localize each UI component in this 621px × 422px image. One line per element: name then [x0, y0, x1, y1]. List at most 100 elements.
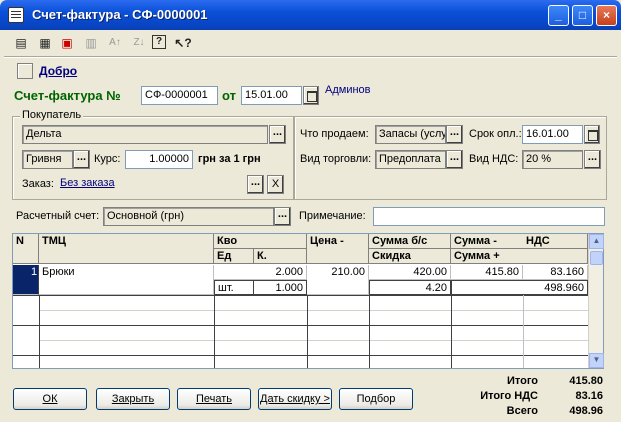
help-icon[interactable]: ?	[152, 35, 166, 49]
print-button[interactable]: Печать	[177, 388, 251, 410]
total-vat-label: Итого НДС	[480, 390, 538, 402]
grand-total-value: 498.96	[569, 405, 603, 417]
discount-button-label: Дать скидку >	[260, 393, 330, 405]
approve-checkbox[interactable]	[17, 63, 33, 79]
column-header-sum-minus[interactable]: Сумма -	[451, 234, 523, 249]
column-header-price[interactable]: Цена -	[307, 234, 369, 264]
sum-no-vat-cell[interactable]: 420.00	[369, 265, 451, 280]
row-divider	[39, 310, 588, 311]
what-selling-label: Что продаем:	[300, 128, 369, 140]
invoice-number-label: Счет-фактура №	[14, 88, 121, 103]
column-header-sum-no-vat[interactable]: Сумма б/с	[369, 234, 451, 249]
close-button-label: Закрыть	[111, 393, 155, 405]
sort-ascending-icon[interactable]: A↑	[106, 35, 124, 51]
column-header-item[interactable]: ТМЦ	[39, 234, 214, 264]
column-divider	[214, 295, 215, 368]
account-select-button[interactable]: ...	[274, 207, 291, 226]
close-window-button[interactable]: ×	[596, 5, 617, 26]
total-label: Итого	[506, 375, 538, 387]
select-button[interactable]: Подбор	[339, 388, 413, 410]
buyer-select-button[interactable]: ...	[269, 125, 286, 144]
row-divider	[13, 325, 588, 326]
order-link[interactable]: Без заказа	[60, 177, 115, 189]
grand-total-label: Всего	[506, 405, 538, 417]
print-button-label: Печать	[195, 393, 233, 405]
row-divider	[39, 340, 588, 341]
edit-row-icon[interactable]: ▦	[36, 35, 54, 51]
sum-minus-cell[interactable]: 415.80	[451, 265, 523, 280]
document-icon	[8, 7, 24, 23]
new-row-icon[interactable]: ▤	[12, 35, 30, 51]
items-table[interactable]: N ТМЦ Кво Цена - Сумма б/с Сумма - НДС Е…	[12, 233, 604, 369]
order-select-button[interactable]: ...	[247, 175, 264, 194]
scrollbar-thumb[interactable]	[590, 251, 603, 265]
invoice-date-field[interactable]: 15.01.00	[241, 86, 302, 105]
k-cell[interactable]: 1.000	[253, 280, 307, 295]
item-cell[interactable]: Брюки	[39, 265, 214, 295]
buyer-field[interactable]: Дельта	[22, 125, 268, 144]
delete-row-icon[interactable]: ▣	[58, 35, 76, 51]
currency-field[interactable]: Гривня	[22, 150, 73, 169]
rate-unit-label: грн за 1 грн	[198, 153, 261, 165]
what-selling-select-button[interactable]: ...	[446, 125, 463, 144]
payment-due-field[interactable]: 16.01.00	[522, 125, 583, 144]
vat-type-field[interactable]: 20 %	[522, 150, 583, 169]
toolbar-divider	[4, 56, 617, 58]
minimize-button[interactable]: _	[548, 5, 569, 26]
table-scrollbar[interactable]: ▲ ▼	[588, 234, 604, 368]
column-header-sum-plus[interactable]: Сумма +	[451, 249, 588, 264]
row-divider	[13, 355, 588, 356]
sum-plus-cell[interactable]: 498.960	[451, 280, 588, 295]
discount-cell[interactable]: 4.20	[369, 280, 451, 295]
context-help-icon[interactable]: ↖?	[174, 35, 192, 51]
order-clear-button[interactable]: X	[267, 175, 284, 194]
column-header-qty[interactable]: Кво	[214, 234, 307, 249]
ok-button-label: ОК	[42, 393, 58, 405]
note-label: Примечание:	[299, 210, 366, 222]
column-header-vat[interactable]: НДС	[523, 234, 588, 249]
total-value: 415.80	[569, 375, 603, 387]
row-number-cell[interactable]: 1	[13, 265, 39, 295]
invoice-number-field[interactable]: СФ-0000001	[141, 86, 218, 105]
ok-button[interactable]: ОК	[13, 388, 87, 410]
approve-link[interactable]: Добро	[39, 64, 77, 78]
column-header-n[interactable]: N	[13, 234, 39, 264]
calendar-icon[interactable]	[584, 125, 600, 144]
rate-field[interactable]: 1.00000	[125, 150, 193, 169]
copy-icon[interactable]: ▥	[82, 35, 100, 51]
close-button[interactable]: Закрыть	[96, 388, 170, 410]
what-selling-field[interactable]: Запасы (услу	[375, 125, 446, 144]
unit-cell[interactable]: шт.	[214, 280, 254, 295]
row-divider	[13, 295, 588, 296]
calendar-icon[interactable]	[303, 86, 319, 105]
vat-type-select-button[interactable]: ...	[584, 150, 601, 169]
sort-descending-icon[interactable]: Z↓	[130, 35, 148, 51]
note-field[interactable]	[373, 207, 605, 226]
scroll-up-icon[interactable]: ▲	[589, 234, 604, 249]
column-divider	[451, 295, 452, 368]
payment-due-label: Срок опл.:	[469, 128, 522, 140]
trade-type-field[interactable]: Предоплата	[375, 150, 446, 169]
author-label: Админов	[325, 84, 371, 96]
column-header-unit[interactable]: Ед	[214, 249, 254, 264]
trade-type-select-button[interactable]: ...	[446, 150, 463, 169]
vat-type-label: Вид НДС:	[469, 153, 519, 165]
qty-cell[interactable]: 2.000	[214, 265, 307, 280]
column-divider	[39, 295, 40, 368]
column-header-k[interactable]: К.	[254, 249, 307, 264]
select-button-label: Подбор	[356, 393, 396, 405]
column-divider	[523, 295, 524, 368]
rate-label: Курс:	[94, 153, 121, 165]
scroll-down-icon[interactable]: ▼	[589, 353, 604, 368]
maximize-button[interactable]: □	[572, 5, 593, 26]
discount-button[interactable]: Дать скидку >	[258, 388, 332, 410]
total-vat-value: 83.16	[575, 390, 603, 402]
currency-select-button[interactable]: ...	[73, 150, 90, 169]
order-label: Заказ:	[22, 178, 54, 190]
buyer-legend: Покупатель	[20, 109, 84, 121]
column-header-discount[interactable]: Скидка	[369, 249, 451, 264]
account-label: Расчетный счет:	[16, 210, 100, 222]
vat-cell[interactable]: 83.160	[523, 265, 588, 280]
account-field[interactable]: Основной (грн)	[103, 207, 274, 226]
price-cell[interactable]: 210.00	[307, 265, 369, 295]
